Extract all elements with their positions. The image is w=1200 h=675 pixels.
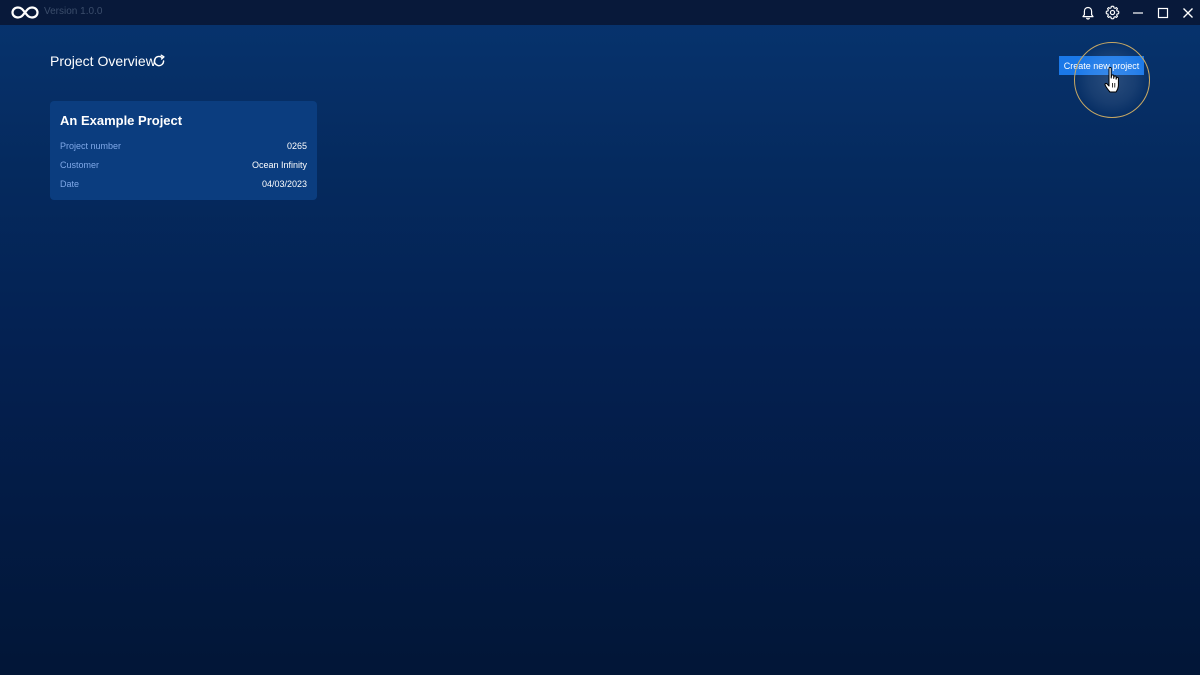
- project-number-row: Project number 0265: [60, 141, 307, 153]
- customer-value: Ocean Infinity: [251, 160, 307, 170]
- date-label: Date: [60, 179, 80, 189]
- version-label: Version 1.0.0: [44, 6, 103, 17]
- customer-row: Customer Ocean Infinity: [60, 160, 307, 172]
- create-new-project-button[interactable]: Create new project: [1059, 56, 1144, 75]
- title-bar: Version 1.0.0: [0, 0, 1200, 25]
- date-value: 04/03/2023: [261, 179, 307, 189]
- project-number-label: Project number: [60, 141, 122, 151]
- date-row: Date 04/03/2023: [60, 179, 307, 191]
- close-icon[interactable]: [1175, 0, 1200, 25]
- project-title: An Example Project: [60, 113, 183, 128]
- project-number-value: 0265: [286, 141, 307, 151]
- customer-label: Customer: [60, 160, 100, 170]
- maximize-icon[interactable]: [1150, 0, 1175, 25]
- minimize-icon[interactable]: [1125, 0, 1150, 25]
- bell-icon[interactable]: [1075, 0, 1100, 25]
- refresh-icon[interactable]: [152, 54, 166, 68]
- click-highlight-ring: [1074, 42, 1150, 118]
- gear-icon[interactable]: [1100, 0, 1125, 25]
- infinity-logo-icon: [11, 6, 39, 19]
- page-title: Project Overview: [50, 53, 156, 69]
- project-card[interactable]: An Example Project Project number 0265 C…: [50, 101, 317, 200]
